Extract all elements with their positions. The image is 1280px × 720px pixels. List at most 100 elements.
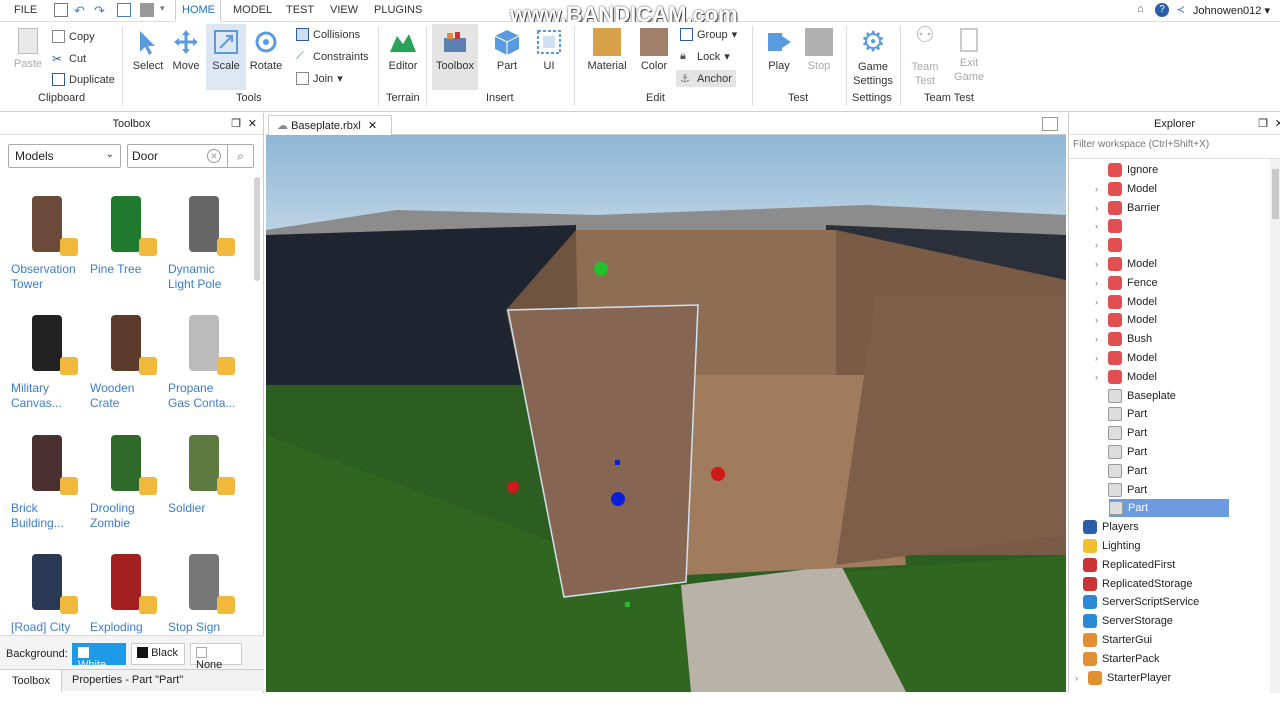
explorer-service-row[interactable]: Lighting — [1083, 537, 1141, 555]
redo-icon[interactable]: ↷ — [94, 3, 108, 18]
undo-icon[interactable]: ↶ — [74, 3, 88, 18]
toolbox-item-label[interactable]: [Road] City — [11, 620, 87, 635]
undock-icon[interactable]: ❐ — [1258, 113, 1268, 135]
part-button[interactable]: Part — [490, 28, 524, 72]
explorer-row[interactable]: Part — [1095, 481, 1147, 499]
collisions-toggle[interactable]: Collisions — [296, 28, 360, 41]
toolbox-item-label[interactable]: Exploding — [90, 620, 166, 635]
close-icon[interactable]: ✕ — [1275, 113, 1280, 135]
bg-black-button[interactable]: Black — [131, 643, 185, 665]
publish-icon[interactable] — [117, 3, 131, 17]
explorer-service-row[interactable]: ReplicatedStorage — [1083, 575, 1193, 593]
explorer-row[interactable]: › Model — [1095, 368, 1157, 386]
close-tab-icon[interactable]: ✕ — [368, 120, 377, 132]
cut-button[interactable]: ✂ Cut — [52, 52, 86, 66]
explorer-row[interactable]: › Bush — [1095, 330, 1152, 348]
explorer-row[interactable]: › Model — [1095, 293, 1157, 311]
category-select[interactable]: Models ⌄ — [8, 144, 121, 168]
3d-viewport[interactable] — [266, 135, 1066, 692]
tab-home[interactable]: HOME — [182, 4, 215, 16]
lock-button[interactable]: 🔒︎ Lock ▾ — [680, 50, 730, 63]
explorer-service-row[interactable]: StarterGui — [1083, 631, 1152, 649]
close-icon[interactable]: ✕ — [248, 113, 257, 135]
expand-icon[interactable]: ⌂ — [1137, 3, 1144, 15]
stop-icon[interactable] — [140, 3, 154, 17]
bg-none-button[interactable]: None — [190, 643, 242, 671]
toolbox-item-thumbnail[interactable] — [12, 429, 82, 499]
explorer-service-row[interactable]: ServerScriptService — [1083, 593, 1199, 611]
help-icon[interactable]: ? — [1155, 3, 1169, 17]
toolbox-item-label[interactable]: Observation Tower — [11, 262, 87, 292]
customize-icon[interactable]: ▾ — [160, 3, 174, 17]
explorer-scrollbar[interactable] — [1270, 159, 1280, 693]
toolbox-item-label[interactable]: Brick Building... — [11, 501, 87, 531]
toolbox-item-label[interactable]: Stop Sign — [168, 620, 244, 635]
tab-test[interactable]: TEST — [286, 4, 314, 16]
explorer-row[interactable]: › Model — [1095, 311, 1157, 329]
clear-search-icon[interactable]: ✕ — [207, 149, 221, 163]
explorer-row[interactable]: › Model — [1095, 255, 1157, 273]
game-settings-button[interactable]: ⚙ Game Settings — [852, 28, 894, 88]
color-button[interactable]: Color — [636, 28, 672, 72]
group-button[interactable]: Group ▾ — [680, 28, 737, 41]
explorer-row[interactable]: Part — [1095, 443, 1147, 461]
scene-render[interactable] — [266, 135, 1066, 692]
toolbox-item-label[interactable]: Military Canvas... — [11, 381, 87, 411]
toolbox-scrollbar[interactable] — [254, 177, 260, 281]
tab-properties[interactable]: Properties - Part "Part" — [72, 674, 183, 686]
tab-plugins[interactable]: PLUGINS — [374, 4, 422, 16]
copy-button[interactable]: Copy — [52, 30, 95, 43]
explorer-row[interactable]: › Barrier — [1095, 199, 1160, 217]
explorer-row[interactable]: › Model — [1095, 180, 1157, 198]
document-tab[interactable]: ☁ Baseplate.rbxl ✕ — [268, 115, 392, 135]
toolbox-item-thumbnail[interactable] — [91, 309, 161, 379]
bg-white-button[interactable]: White — [72, 643, 126, 671]
explorer-row[interactable]: Part — [1095, 405, 1147, 423]
toolbox-item-thumbnail[interactable] — [12, 548, 82, 618]
viewport-layout-icon[interactable] — [1042, 117, 1058, 131]
explorer-row[interactable]: › Fence — [1095, 274, 1158, 292]
toolbox-item-label[interactable]: Drooling Zombie — [90, 501, 166, 531]
move-button[interactable]: Move — [168, 28, 204, 72]
toolbox-item-label[interactable]: Wooden Crate — [90, 381, 166, 411]
toolbox-item-label[interactable]: Soldier — [168, 501, 244, 516]
tab-model[interactable]: MODEL — [233, 4, 272, 16]
explorer-service-row[interactable]: StarterPack — [1083, 650, 1159, 668]
explorer-row[interactable]: Baseplate — [1095, 387, 1176, 405]
join-toggle[interactable]: Join ▾ — [296, 72, 343, 85]
explorer-service-row[interactable]: › StarterPlayer — [1075, 669, 1171, 687]
duplicate-button[interactable]: Duplicate — [52, 73, 115, 86]
share-icon[interactable]: ≺ — [1176, 3, 1185, 16]
explorer-service-row[interactable]: ReplicatedFirst — [1083, 556, 1175, 574]
toolbox-item-thumbnail[interactable] — [12, 190, 82, 260]
rotate-button[interactable]: Rotate — [248, 28, 284, 72]
toolbox-button[interactable]: Toolbox — [432, 24, 478, 90]
explorer-filter-input[interactable]: Filter workspace (Ctrl+Shift+X) — [1071, 137, 1280, 155]
explorer-row[interactable]: Ignore — [1095, 161, 1158, 179]
search-icon[interactable]: ⌕ — [227, 145, 253, 167]
toolbox-item-thumbnail[interactable] — [91, 548, 161, 618]
ui-button[interactable]: UI — [532, 28, 566, 72]
toolbox-item-thumbnail[interactable] — [169, 548, 239, 618]
explorer-row[interactable]: › — [1095, 217, 1127, 235]
new-file-icon[interactable] — [54, 3, 68, 17]
toolbox-search-input[interactable]: Door ✕ ⌕ — [127, 144, 254, 168]
explorer-row[interactable]: › Model — [1095, 349, 1157, 367]
undock-icon[interactable]: ❐ — [231, 113, 241, 135]
explorer-service-row[interactable]: ServerStorage — [1083, 612, 1173, 630]
paste-button[interactable]: Paste — [10, 28, 46, 70]
scale-button[interactable]: Scale — [206, 24, 246, 90]
anchor-button[interactable]: ⚓︎ Anchor — [676, 70, 736, 87]
file-menu[interactable]: FILE — [14, 4, 37, 16]
tab-view[interactable]: VIEW — [330, 4, 358, 16]
team-test-button[interactable]: ⚇ Team Test — [906, 24, 944, 88]
toolbox-item-thumbnail[interactable] — [169, 190, 239, 260]
select-button[interactable]: Select — [130, 28, 166, 72]
stop-button[interactable]: Stop — [802, 28, 836, 72]
explorer-row[interactable]: Part — [1095, 462, 1147, 480]
toolbox-item-thumbnail[interactable] — [91, 190, 161, 260]
explorer-row[interactable]: Part — [1095, 424, 1147, 442]
terrain-editor-button[interactable]: Editor — [384, 28, 422, 72]
toolbox-item-label[interactable]: Propane Gas Conta... — [168, 381, 244, 411]
toolbox-item-thumbnail[interactable] — [169, 309, 239, 379]
